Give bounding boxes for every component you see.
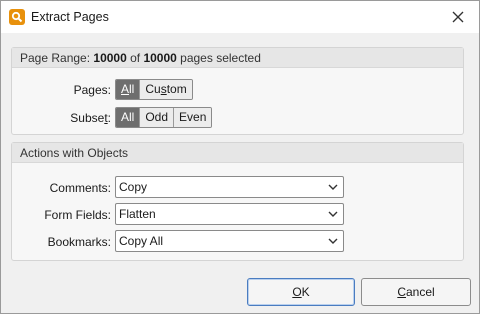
chevron-down-icon <box>328 238 338 244</box>
form-fields-value: Flatten <box>119 207 156 221</box>
subset-option-even[interactable]: Even <box>174 108 212 127</box>
subset-option-odd[interactable]: Odd <box>140 108 175 127</box>
close-icon <box>452 11 464 23</box>
form-fields-select[interactable]: Flatten <box>115 203 344 225</box>
subset-label: Subset: <box>70 111 111 125</box>
subset-option-all[interactable]: All <box>116 108 141 127</box>
page-range-group: Page Range: 10000 of 10000 pages selecte… <box>11 47 464 135</box>
pages-option-all[interactable]: All <box>116 80 141 99</box>
pages-segmented-control: All Custom <box>115 79 193 100</box>
comments-select[interactable]: Copy <box>115 176 344 198</box>
close-button[interactable] <box>443 4 473 30</box>
actions-header: Actions with Objects <box>12 143 463 163</box>
title-bar: Extract Pages <box>1 1 479 33</box>
dialog-title: Extract Pages <box>31 10 109 24</box>
chevron-down-icon <box>328 211 338 217</box>
comments-label: Comments: <box>49 181 111 195</box>
selected-count: 10000 <box>93 51 127 65</box>
form-fields-label: Form Fields: <box>44 208 111 222</box>
pdf-app-icon <box>9 9 25 25</box>
chevron-down-icon <box>328 184 338 190</box>
pages-option-custom[interactable]: Custom <box>140 80 192 99</box>
comments-value: Copy <box>119 180 148 194</box>
bookmarks-select[interactable]: Copy All <box>115 230 344 252</box>
total-count: 10000 <box>143 51 177 65</box>
page-range-header: Page Range: 10000 of 10000 pages selecte… <box>12 48 463 68</box>
pages-label: Pages: <box>73 83 111 97</box>
subset-segmented-control: All Odd Even <box>115 107 213 128</box>
bookmarks-value: Copy All <box>119 234 164 248</box>
cancel-button[interactable]: Cancel <box>361 278 471 306</box>
ok-button[interactable]: OK <box>247 278 355 306</box>
extract-pages-dialog: Extract Pages Page Range: 10000 of 10000… <box>0 0 480 314</box>
bookmarks-label: Bookmarks: <box>47 235 111 249</box>
actions-group: Actions with Objects Comments: Copy Form… <box>11 142 464 261</box>
